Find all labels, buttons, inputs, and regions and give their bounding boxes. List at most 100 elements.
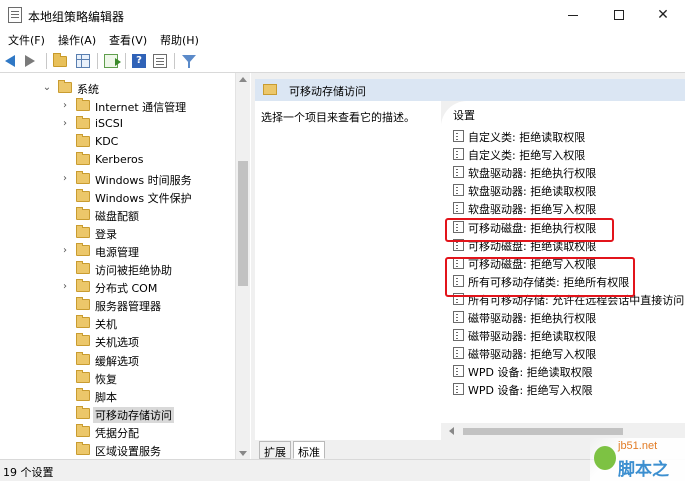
- watermark-url: jb51.net: [618, 440, 658, 452]
- console-tree[interactable]: ⌄ 系统 › Internet 通信管理 › iSCSI KDC Kerberos › Windo…: [0, 73, 250, 460]
- policy-setting-icon: [453, 292, 464, 305]
- chevron-right-icon[interactable]: ›: [60, 245, 70, 257]
- tree-item[interactable]: 访问被拒绝协助: [0, 260, 235, 278]
- tree-item-label: 分布式 COM: [95, 282, 158, 296]
- menu-action[interactable]: 操作(A): [58, 32, 96, 48]
- scroll-up-arrow-icon[interactable]: [239, 77, 247, 82]
- folder-icon: [76, 188, 90, 202]
- settings-column-header[interactable]: 设置: [453, 107, 475, 123]
- settings-list: 设置 自定义类: 拒绝读取权限 自定义类: 拒绝写入权限 软盘驱动器: 拒绝执行权限…: [441, 101, 685, 440]
- tab-extended[interactable]: 扩展: [259, 441, 291, 459]
- tree-item[interactable]: 恢复: [0, 369, 235, 387]
- policy-setting-icon: [453, 347, 464, 360]
- tree-item[interactable]: Kerberos: [0, 151, 235, 169]
- setting-label: WPD 设备: 拒绝写入权限: [468, 384, 593, 398]
- policy-setting-icon: [453, 166, 464, 179]
- folder-icon: [76, 261, 90, 274]
- folder-icon: [76, 224, 90, 238]
- toolbar-separator: [97, 53, 98, 69]
- chevron-right-icon[interactable]: ›: [60, 100, 70, 112]
- watermark-logo-icon: [594, 446, 616, 470]
- show-hide-tree-button[interactable]: [76, 53, 92, 69]
- folder-icon: [76, 442, 90, 455]
- tree-item-label: KDC: [95, 135, 119, 149]
- setting-label: 可移动磁盘: 拒绝执行权限: [468, 221, 597, 235]
- menu-view[interactable]: 查看(V): [109, 32, 147, 48]
- tree-item[interactable]: KDC: [0, 133, 235, 151]
- minimize-icon: [568, 14, 578, 16]
- setting-label: 可移动磁盘: 拒绝写入权限: [468, 257, 597, 271]
- menu-file[interactable]: 文件(F): [8, 32, 45, 48]
- menu-help[interactable]: 帮助(H): [160, 32, 199, 48]
- policy-setting-icon: [453, 365, 464, 378]
- tree-item[interactable]: 凭据分配: [0, 423, 235, 441]
- help-button[interactable]: ?: [132, 53, 148, 69]
- setting-label: 软盘驱动器: 拒绝执行权限: [468, 167, 597, 181]
- tree-item-label: 区域设置服务: [95, 445, 161, 458]
- folder-icon: [76, 333, 90, 347]
- tab-standard[interactable]: 标准: [293, 441, 325, 459]
- policy-setting-icon: [453, 383, 464, 396]
- tree-item-label: 关机: [95, 318, 117, 332]
- tree-item-label: iSCSI: [95, 117, 123, 131]
- chevron-down-icon[interactable]: ⌄: [42, 82, 52, 94]
- tree-item[interactable]: › Windows 时间服务: [0, 170, 235, 188]
- tree-item[interactable]: 登录: [0, 224, 235, 242]
- back-button[interactable]: [5, 53, 21, 69]
- close-button[interactable]: ✕: [640, 0, 685, 30]
- tree-item-label: 凭据分配: [95, 426, 139, 440]
- tree-item[interactable]: › Internet 通信管理: [0, 97, 235, 115]
- filter-button[interactable]: [181, 53, 197, 69]
- tree-item[interactable]: › 电源管理: [0, 242, 235, 260]
- policy-setting-icon: [453, 220, 464, 233]
- tree-item[interactable]: 服务器管理器: [0, 296, 235, 314]
- tree-item-label: Kerberos: [95, 153, 144, 167]
- minimize-button[interactable]: [550, 0, 596, 30]
- tree-item-label: 可移动存储访问: [93, 406, 174, 423]
- chevron-right-icon[interactable]: ›: [60, 118, 70, 130]
- maximize-icon: [614, 10, 624, 20]
- up-one-level-button[interactable]: [53, 53, 69, 69]
- tree-item[interactable]: ⌄ 系统: [0, 79, 235, 97]
- help-icon: ?: [132, 54, 146, 68]
- setting-label: 所有可移动存储类: 拒绝所有权限: [468, 275, 630, 289]
- export-icon: [104, 54, 121, 68]
- tree-item[interactable]: › iSCSI: [0, 115, 235, 133]
- chevron-right-icon[interactable]: ›: [60, 281, 70, 293]
- tree-item[interactable]: 关机: [0, 314, 235, 332]
- forward-arrow-icon: [25, 55, 35, 67]
- setting-label: 自定义类: 拒绝读取权限: [468, 131, 586, 144]
- chevron-right-icon[interactable]: ›: [60, 173, 70, 185]
- forward-button[interactable]: [25, 53, 41, 69]
- details-pane: 可移动存储访问 选择一个项目来查看它的描述。 设置 自定义类: 拒绝读取权限 自定…: [251, 73, 685, 460]
- tree-item[interactable]: › 分布式 COM: [0, 278, 235, 296]
- tree-item[interactable]: 区域设置服务: [0, 441, 235, 459]
- tree-item[interactable]: 缓解选项: [0, 351, 235, 369]
- tree-item[interactable]: 磁盘配额: [0, 206, 235, 224]
- tree-item[interactable]: 脚本: [0, 387, 235, 405]
- tree-item-label: 磁盘配额: [95, 209, 139, 223]
- tree-item-label: 登录: [95, 227, 117, 241]
- tree-item-label: Windows 文件保护: [95, 191, 192, 205]
- main-content: ⌄ 系统 › Internet 通信管理 › iSCSI KDC Kerberos › Windo…: [0, 72, 685, 460]
- policy-setting-icon: [453, 311, 464, 323]
- properties-button[interactable]: [153, 53, 169, 69]
- maximize-button[interactable]: [596, 0, 642, 30]
- folder-icon: [76, 242, 90, 256]
- settings-scroll-thumb[interactable]: [463, 428, 623, 435]
- policy-setting-icon: [453, 329, 464, 342]
- tree-vertical-scrollbar[interactable]: [235, 73, 250, 460]
- export-list-button[interactable]: [104, 53, 121, 69]
- tree-item-label: 服务器管理器: [95, 300, 161, 314]
- tree-item[interactable]: 关机选项: [0, 332, 235, 350]
- scroll-down-arrow-icon[interactable]: [239, 451, 247, 456]
- folder-icon: [58, 80, 72, 93]
- toolbar-separator: [125, 53, 126, 69]
- tree-item[interactable]: Windows 文件保护: [0, 188, 235, 206]
- tree-item[interactable]: 可移动存储访问: [0, 405, 235, 423]
- tree-item-label: 脚本: [95, 390, 117, 404]
- scroll-left-arrow-icon[interactable]: [449, 427, 454, 435]
- details-header-title: 可移动存储访问: [289, 85, 366, 98]
- tree-scroll-thumb[interactable]: [238, 161, 248, 286]
- setting-label: 磁带驱动器: 拒绝写入权限: [468, 348, 597, 362]
